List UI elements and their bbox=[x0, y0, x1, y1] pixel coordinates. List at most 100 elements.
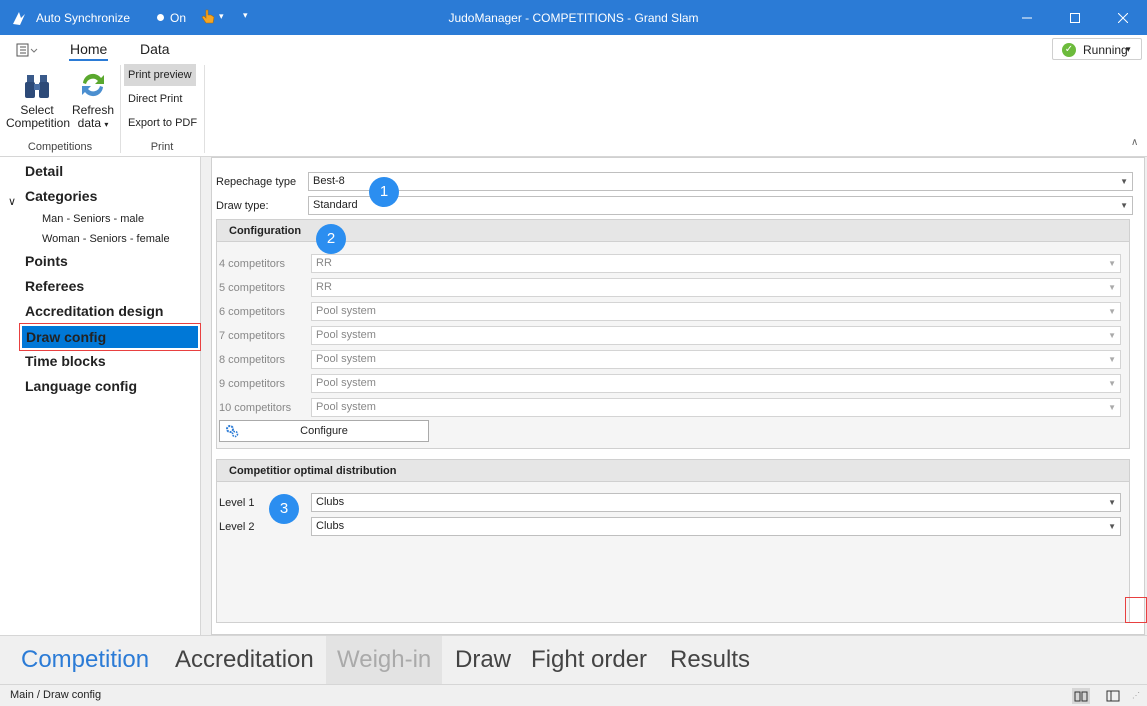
window-title: JudoManager - COMPETITIONS - Grand Slam bbox=[448, 11, 699, 25]
competitors-6-select[interactable]: Pool system ▼ bbox=[311, 302, 1121, 321]
tab-data[interactable]: Data bbox=[140, 41, 170, 57]
competitors-7-select[interactable]: Pool system ▼ bbox=[311, 326, 1121, 345]
nav-subitem-woman-seniors[interactable]: Woman - Seniors - female bbox=[42, 233, 170, 245]
nav-item-language-config[interactable]: Language config bbox=[25, 378, 137, 394]
competitors-5-select[interactable]: RR ▼ bbox=[311, 278, 1121, 297]
close-button[interactable] bbox=[1100, 0, 1146, 35]
dropdown-arrow-icon: ▼ bbox=[1108, 498, 1116, 507]
competitors-10-label: 10 competitors bbox=[219, 402, 292, 414]
refresh-icon bbox=[82, 73, 104, 97]
competitors-5-label: 5 competitors bbox=[219, 282, 286, 294]
configure-button[interactable]: Configure bbox=[219, 420, 429, 442]
resize-grip-icon[interactable]: ⋰ bbox=[1132, 691, 1140, 700]
level-1-select[interactable]: Clubs ▼ bbox=[311, 493, 1121, 512]
collapse-ribbon-icon[interactable]: ∧ bbox=[1131, 137, 1138, 148]
configuration-header: Configuration bbox=[217, 220, 1129, 242]
dropdown-arrow-icon: ▼ bbox=[1108, 307, 1116, 316]
competitors-8-value: Pool system bbox=[316, 353, 376, 365]
status-dropdown[interactable]: ✓ Running ▾ bbox=[1052, 38, 1142, 60]
competitors-9-value: Pool system bbox=[316, 377, 376, 389]
competitors-4-value: RR bbox=[316, 257, 332, 269]
minimize-button[interactable] bbox=[1004, 0, 1050, 35]
select-label-line2: Competition bbox=[6, 116, 71, 130]
tab-accreditation[interactable]: Accreditation bbox=[175, 636, 314, 685]
select-competition-button[interactable]: Select Competition bbox=[6, 71, 71, 130]
status-label: Running bbox=[1083, 43, 1128, 57]
nav-item-categories[interactable]: Categories bbox=[25, 188, 97, 204]
gears-icon bbox=[226, 425, 239, 438]
breadcrumb: Main / Draw config bbox=[10, 689, 102, 701]
tab-results[interactable]: Results bbox=[670, 636, 750, 685]
normal-view-icon[interactable] bbox=[1104, 688, 1122, 704]
maximize-button[interactable] bbox=[1052, 0, 1098, 35]
binoculars-icon bbox=[25, 75, 49, 98]
ribbon-separator bbox=[120, 65, 121, 153]
maximize-icon bbox=[1070, 12, 1080, 23]
tab-draw[interactable]: Draw bbox=[455, 636, 511, 685]
repechage-type-select[interactable]: Best-8 ▼ bbox=[308, 172, 1133, 191]
reading-view-icon[interactable] bbox=[1072, 688, 1090, 704]
chevron-down-icon: ▾ bbox=[104, 120, 109, 129]
group-competitions-label: Competitions bbox=[27, 141, 93, 153]
draw-type-select[interactable]: Standard ▼ bbox=[308, 196, 1133, 215]
dropdown-arrow-icon: ▼ bbox=[1120, 201, 1128, 210]
group-print-label: Print bbox=[150, 141, 174, 153]
highlight-marker bbox=[1125, 597, 1147, 623]
nav-item-referees[interactable]: Referees bbox=[25, 278, 84, 294]
dropdown-arrow-icon: ▼ bbox=[1120, 177, 1128, 186]
level-1-value: Clubs bbox=[316, 496, 345, 508]
competitors-10-select[interactable]: Pool system ▼ bbox=[311, 398, 1121, 417]
title-bar: Auto Synchronize On ▾ ▾ JudoManager - CO… bbox=[0, 0, 1147, 35]
refresh-data-button[interactable]: Refresh data ▾ bbox=[70, 69, 116, 131]
competitors-4-select[interactable]: RR ▼ bbox=[311, 254, 1121, 273]
dropdown-arrow-icon: ▼ bbox=[1108, 331, 1116, 340]
level-2-select[interactable]: Clubs ▼ bbox=[311, 517, 1121, 536]
nav-item-points[interactable]: Points bbox=[25, 253, 68, 269]
navigation-panel: Detail ∨ Categories Man - Seniors - male… bbox=[0, 157, 201, 635]
nav-subitem-man-seniors[interactable]: Man - Seniors - male bbox=[42, 213, 144, 225]
dropdown-arrow-icon: ▼ bbox=[1108, 283, 1116, 292]
nav-item-draw-config-label: Draw config bbox=[26, 329, 107, 345]
draw-type-label: Draw type: bbox=[216, 200, 269, 212]
callout-badge-1: 1 bbox=[369, 177, 399, 207]
callout-badge-2: 2 bbox=[316, 224, 346, 254]
distribution-group: Competitior optimal distribution Level 1… bbox=[216, 459, 1130, 623]
distribution-header: Competitior optimal distribution bbox=[217, 460, 1129, 482]
repechage-type-label: Repechage type bbox=[216, 176, 297, 188]
module-tabs: Competition Accreditation Weigh-in Draw … bbox=[0, 635, 1147, 685]
nav-item-time-blocks[interactable]: Time blocks bbox=[25, 353, 106, 369]
competitors-7-label: 7 competitors bbox=[219, 330, 286, 342]
dropdown-arrow-icon: ▼ bbox=[1108, 379, 1116, 388]
tab-home[interactable]: Home bbox=[68, 41, 109, 61]
tab-competition[interactable]: Competition bbox=[21, 636, 149, 685]
collapse-chevron-icon[interactable]: ∨ bbox=[8, 195, 16, 208]
competitors-8-select[interactable]: Pool system ▼ bbox=[311, 350, 1121, 369]
check-icon: ✓ bbox=[1062, 43, 1076, 57]
application-menu-icon[interactable] bbox=[16, 43, 38, 57]
export-pdf-button[interactable]: Export to PDF bbox=[124, 112, 201, 134]
tab-fight-order[interactable]: Fight order bbox=[531, 636, 647, 685]
nav-item-draw-config[interactable]: Draw config bbox=[19, 323, 201, 351]
competitors-6-label: 6 competitors bbox=[219, 306, 286, 318]
draw-type-value: Standard bbox=[313, 199, 358, 211]
close-icon bbox=[1118, 12, 1128, 23]
competitors-9-select[interactable]: Pool system ▼ bbox=[311, 374, 1121, 393]
refresh-label-line2: data ▾ bbox=[70, 117, 116, 131]
level-2-label: Level 2 bbox=[219, 521, 255, 533]
repechage-type-value: Best-8 bbox=[313, 175, 345, 187]
refresh-label-data: data bbox=[77, 116, 101, 130]
competitors-5-value: RR bbox=[316, 281, 332, 293]
level-1-label: Level 1 bbox=[219, 497, 255, 509]
dropdown-arrow-icon: ▼ bbox=[1108, 355, 1116, 364]
ribbon: Home Data ✓ Running ▾ Select Competition… bbox=[0, 35, 1147, 157]
minimize-icon bbox=[1022, 17, 1032, 18]
nav-item-accreditation-design[interactable]: Accreditation design bbox=[25, 303, 163, 319]
draw-config-panel: Repechage type Best-8 ▼ Draw type: Stand… bbox=[211, 157, 1145, 635]
nav-item-detail[interactable]: Detail bbox=[25, 163, 63, 179]
competitors-6-value: Pool system bbox=[316, 305, 376, 317]
tab-weigh-in[interactable]: Weigh-in bbox=[326, 636, 443, 685]
main-content: ∧ Repechage type Best-8 ▼ Draw type: Sta… bbox=[201, 137, 1147, 635]
direct-print-button[interactable]: Direct Print bbox=[124, 88, 186, 110]
dropdown-arrow-icon: ▼ bbox=[1108, 522, 1116, 531]
print-preview-button[interactable]: Print preview bbox=[124, 64, 196, 86]
